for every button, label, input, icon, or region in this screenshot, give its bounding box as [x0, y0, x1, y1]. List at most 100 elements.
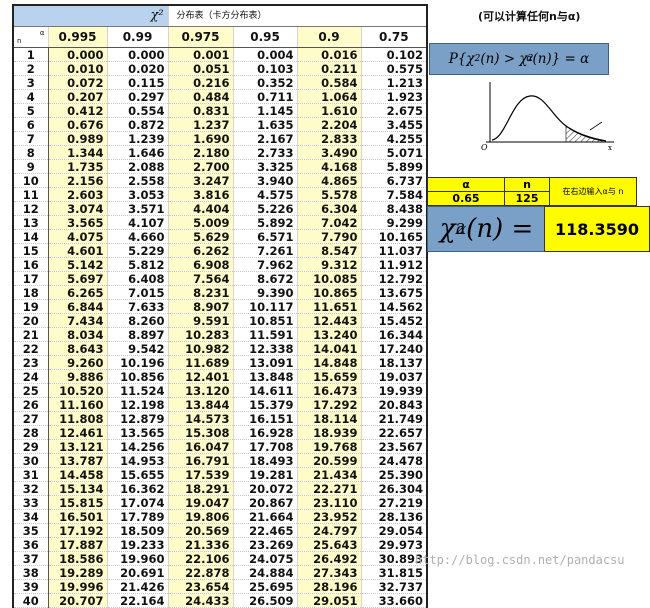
value-cell: 22.878: [168, 565, 234, 580]
value-cell: 23.952: [297, 509, 362, 524]
value-cell: 3.074: [48, 201, 108, 216]
value-cell: 19.289: [48, 565, 108, 580]
value-cell: 1.064: [297, 89, 362, 104]
value-cell: 11.808: [48, 411, 108, 426]
value-cell: 3.940: [233, 173, 298, 188]
value-cell: 22.106: [168, 551, 234, 566]
value-cell: 10.520: [48, 383, 108, 398]
value-cell: 3.247: [168, 173, 234, 188]
result-value: 118.3590: [544, 206, 650, 252]
n-cell: 3: [13, 75, 49, 90]
value-cell: 21.434: [297, 467, 362, 482]
value-cell: 0.872: [107, 117, 169, 132]
value-cell: 11.591: [233, 327, 298, 342]
value-cell: 0.103: [233, 61, 298, 76]
value-cell: 5.071: [361, 145, 428, 160]
value-cell: 6.844: [48, 299, 108, 314]
value-cell: 18.291: [168, 481, 234, 496]
table-row: 4 0.207 0.297 0.484 0.711 1.064 1.923: [13, 89, 428, 104]
value-cell: 18.586: [48, 551, 108, 566]
value-cell: 5.629: [168, 229, 234, 244]
n-cell: 37: [13, 551, 49, 566]
value-cell: 16.362: [107, 481, 169, 496]
value-cell: 10.085: [297, 271, 362, 286]
value-cell: 0.115: [107, 75, 169, 90]
value-cell: 17.887: [48, 537, 108, 552]
value-cell: 26.492: [297, 551, 362, 566]
value-cell: 8.547: [297, 243, 362, 258]
value-cell: 7.564: [168, 271, 234, 286]
value-cell: 8.897: [107, 327, 169, 342]
value-cell: 15.379: [233, 397, 298, 412]
value-cell: 1.239: [107, 131, 169, 146]
value-cell: 0.020: [107, 61, 169, 76]
table-row: 24 9.886 10.856 12.401 13.848 15.659 19.037: [13, 369, 428, 384]
hint-text: (可以计算任何n与α): [478, 10, 581, 23]
formula-part-2: (n) > χ: [480, 51, 528, 67]
value-cell: 17.240: [361, 341, 428, 356]
table-row: 30 13.787 14.953 16.791 18.493 20.599 24.478: [13, 453, 428, 468]
value-cell: 18.939: [297, 425, 362, 440]
n-cell: 25: [13, 383, 49, 398]
value-cell: 15.815: [48, 495, 108, 510]
value-cell: 4.107: [107, 215, 169, 230]
table-row: 28 12.461 13.565 15.308 16.928 18.939 22.657: [13, 425, 428, 440]
n-cell: 18: [13, 285, 49, 300]
value-cell: 12.879: [107, 411, 169, 426]
value-cell: 19.037: [361, 369, 428, 384]
n-cell: 11: [13, 187, 49, 202]
alpha-header-row: α n 0.995 0.99 0.975 0.95 0.9 0.75: [13, 26, 428, 48]
value-cell: 21.336: [168, 537, 234, 552]
value-cell: 19.960: [107, 551, 169, 566]
value-cell: 1.735: [48, 159, 108, 174]
value-cell: 7.434: [48, 313, 108, 328]
value-cell: 8.643: [48, 341, 108, 356]
table-row: 15 4.601 5.229 6.262 7.261 8.547 11.037: [13, 243, 428, 258]
value-cell: 33.660: [361, 593, 428, 608]
value-cell: 0.010: [48, 61, 108, 76]
value-cell: 5.142: [48, 257, 108, 272]
value-cell: 7.042: [297, 215, 362, 230]
alpha-header-cell: 0.75: [361, 26, 428, 48]
value-cell: 1.610: [297, 103, 362, 118]
value-cell: 24.478: [361, 453, 428, 468]
value-cell: 10.982: [168, 341, 234, 356]
value-cell: 2.204: [297, 117, 362, 132]
alpha-header-cell: 0.975: [168, 26, 234, 48]
n-cell: 17: [13, 271, 49, 286]
table-row: 23 9.260 10.196 11.689 13.091 14.848 18.137: [13, 355, 428, 370]
value-cell: 11.689: [168, 355, 234, 370]
value-cell: 2.558: [107, 173, 169, 188]
value-cell: 0.484: [168, 89, 234, 104]
value-cell: 0.297: [107, 89, 169, 104]
value-cell: 24.075: [233, 551, 298, 566]
value-cell: 9.542: [107, 341, 169, 356]
value-cell: 6.908: [168, 257, 234, 272]
value-cell: 0.352: [233, 75, 298, 90]
alpha-header-cell: 0.9: [297, 26, 362, 48]
value-cell: 0.412: [48, 103, 108, 118]
alpha-input-cell[interactable]: 0.65: [427, 191, 505, 206]
value-cell: 2.603: [48, 187, 108, 202]
n-cell: 24: [13, 369, 49, 384]
chi-sub: α: [456, 220, 467, 238]
n-cell: 10: [13, 173, 49, 188]
value-cell: 16.151: [233, 411, 298, 426]
chi-square-symbol: χ²: [13, 4, 169, 27]
value-cell: 0.989: [48, 131, 108, 146]
n-cell: 1: [13, 47, 49, 62]
value-cell: 22.164: [107, 593, 169, 608]
value-cell: 7.584: [361, 187, 428, 202]
value-cell: 3.053: [107, 187, 169, 202]
alpha-header-cell: 0.95: [233, 26, 298, 48]
n-input-cell[interactable]: 125: [504, 191, 550, 206]
n-cell: 39: [13, 579, 49, 594]
value-cell: 15.452: [361, 313, 428, 328]
value-cell: 14.041: [297, 341, 362, 356]
value-cell: 25.695: [233, 579, 298, 594]
table-row: 25 10.520 11.524 13.120 14.611 16.473 19.939: [13, 383, 428, 398]
value-cell: 23.654: [168, 579, 234, 594]
value-cell: 20.707: [48, 593, 108, 608]
value-cell: 7.790: [297, 229, 362, 244]
alpha-input-label: α: [427, 177, 505, 192]
